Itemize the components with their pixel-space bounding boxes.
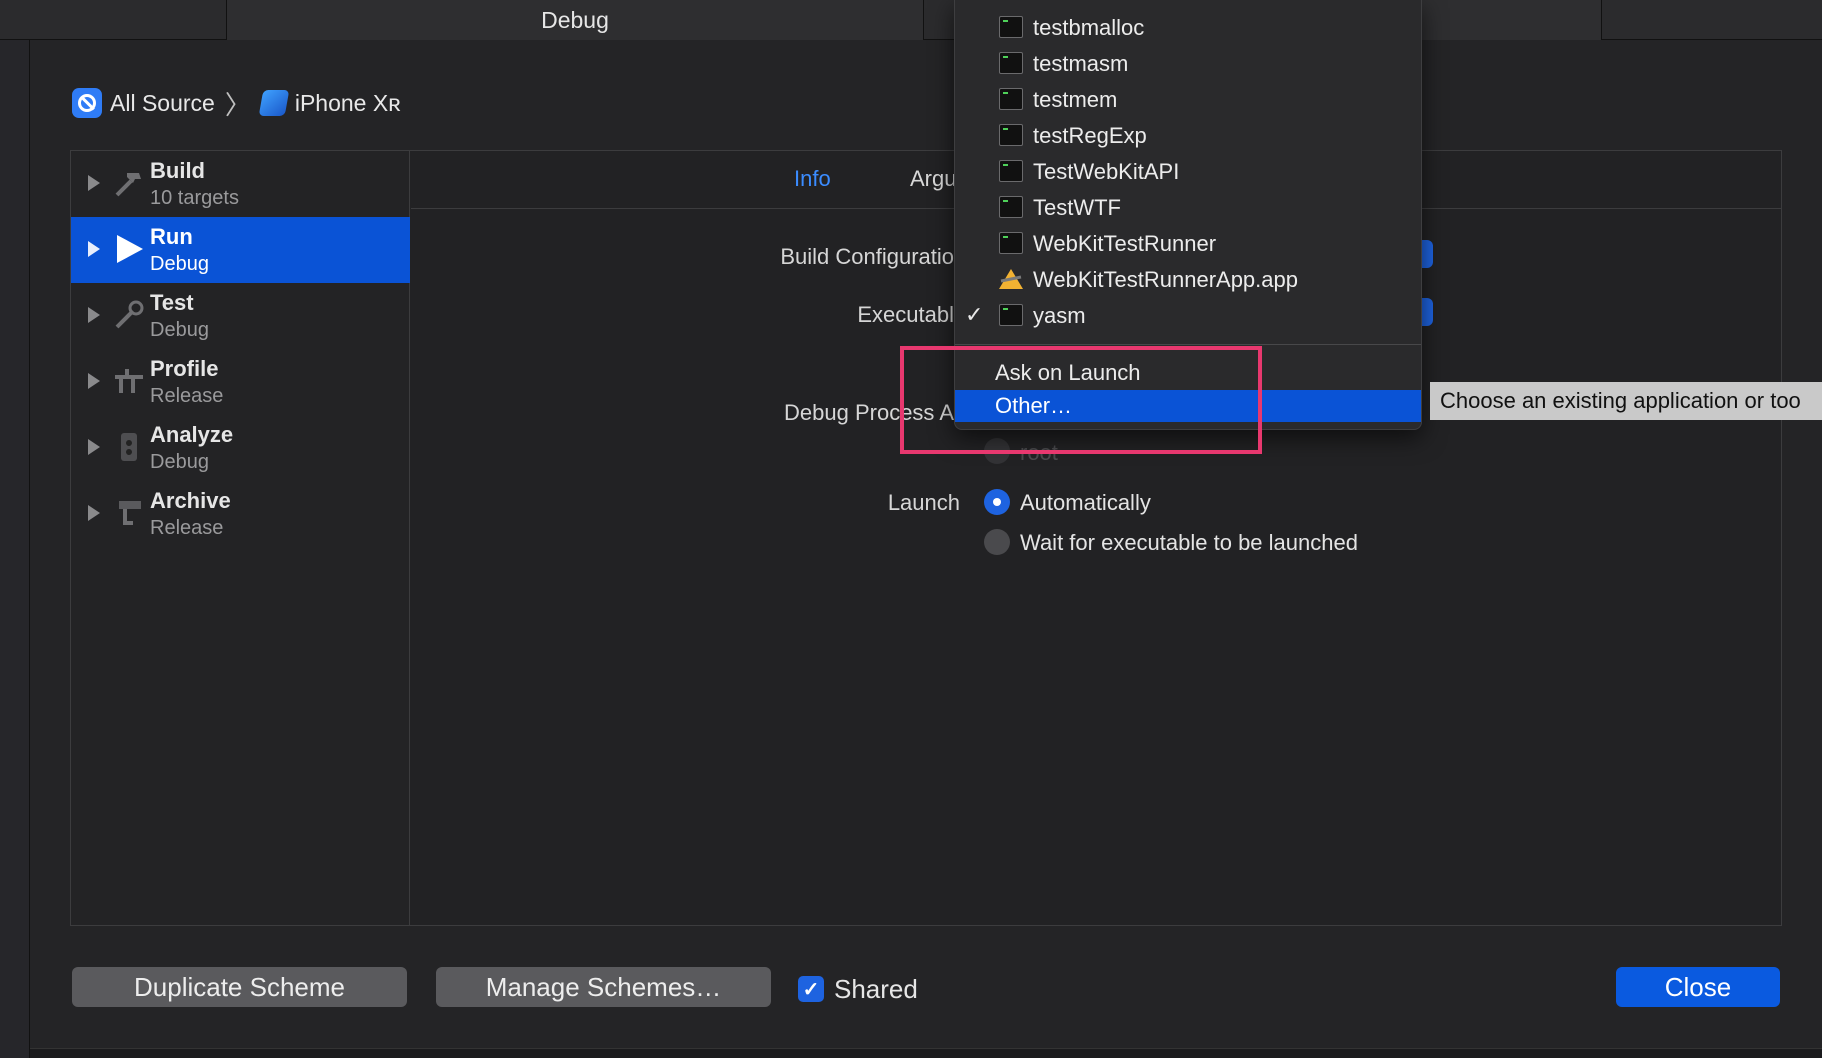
manage-schemes-button[interactable]: Manage Schemes…: [436, 967, 771, 1007]
menu-item-webkittestrunner[interactable]: WebKitTestRunner: [955, 226, 1421, 262]
menu-item-label: testmem: [1033, 87, 1118, 112]
window-bottom-edge: [30, 1048, 1822, 1058]
archive-icon: [111, 495, 147, 531]
menu-item-testmem[interactable]: testmem: [955, 82, 1421, 118]
sidebar-item-label: Analyze: [150, 422, 234, 447]
sidebar-item-sublabel: Debug: [150, 253, 209, 275]
terminal-icon: [999, 160, 1023, 182]
shared-checkbox[interactable]: ✓: [798, 976, 824, 1002]
menu-item-label: TestWTF: [1033, 195, 1121, 220]
menu-item-testwebkitapi[interactable]: TestWebKitAPI: [955, 154, 1421, 190]
disclosure-triangle-icon[interactable]: [88, 307, 100, 323]
terminal-icon: [999, 304, 1023, 326]
menu-item-webkittestrunnerapp[interactable]: WebKitTestRunnerApp.app: [955, 262, 1421, 298]
breadcrumb-separator: 〉: [224, 89, 251, 120]
disclosure-triangle-icon[interactable]: [88, 505, 100, 521]
terminal-icon: [999, 52, 1023, 74]
disclosure-triangle-icon[interactable]: [88, 175, 100, 191]
play-icon: [111, 231, 147, 267]
editor-left-edge: [0, 40, 30, 1058]
app-scheme-icon: [72, 88, 102, 118]
sidebar-item-analyze[interactable]: Analyze Debug: [71, 415, 410, 481]
tab-info[interactable]: Info: [794, 166, 831, 192]
tab-arguments[interactable]: Argu: [910, 166, 956, 192]
wrench-icon: [111, 297, 147, 333]
build-configuration-label: Build Configuratio: [780, 244, 954, 269]
sidebar-item-label: Archive: [150, 488, 231, 513]
duplicate-scheme-button[interactable]: Duplicate Scheme: [72, 967, 407, 1007]
launch-automatically-radio[interactable]: [984, 489, 1010, 515]
hammer-icon: [111, 165, 147, 201]
menu-item-testbmalloc[interactable]: testbmalloc: [955, 10, 1421, 46]
terminal-icon: [999, 88, 1023, 110]
sidebar-item-profile[interactable]: Profile Release: [71, 349, 410, 415]
checkmark-icon: ✓: [965, 302, 984, 327]
menu-item-testwtf[interactable]: TestWTF: [955, 190, 1421, 226]
menu-item-testmasm[interactable]: testmasm: [955, 46, 1421, 82]
sidebar-item-sublabel: Debug: [150, 451, 209, 473]
menu-item-yasm[interactable]: ✓ yasm: [955, 298, 1421, 334]
menu-item-label: TestWebKitAPI: [1033, 159, 1180, 184]
menu-item-label: yasm: [1033, 303, 1086, 328]
launch-wait-label: Wait for executable to be launched: [1020, 530, 1358, 555]
launch-label: Launch: [887, 490, 960, 515]
sidebar-item-run[interactable]: Run Debug: [71, 217, 410, 283]
sidebar-item-test[interactable]: Test Debug: [71, 283, 410, 349]
instruments-icon: [111, 363, 147, 399]
top-tab-title: Debug: [541, 6, 609, 33]
annotation-highlight-box: [900, 346, 1262, 454]
menu-separator: [955, 344, 1421, 345]
disclosure-triangle-icon[interactable]: [88, 373, 100, 389]
menu-item-label: WebKitTestRunnerApp.app: [1033, 267, 1298, 292]
menu-item-testregexp[interactable]: testRegExp: [955, 118, 1421, 154]
sidebar-item-label: Run: [150, 224, 193, 249]
launch-wait-radio[interactable]: [984, 529, 1010, 555]
breadcrumb-scheme[interactable]: All Source: [110, 90, 215, 117]
scheme-editor-screen: Debug All Source 〉 iPhone Xʀ Build 10 ta…: [0, 0, 1822, 1058]
launch-automatically-label: Automatically: [1020, 490, 1151, 515]
breadcrumb: All Source 〉 iPhone Xʀ: [72, 86, 401, 120]
sidebar-item-archive[interactable]: Archive Release: [71, 481, 410, 547]
tooltip: Choose an existing application or too: [1430, 382, 1822, 420]
terminal-icon: [999, 124, 1023, 146]
top-tab-blank[interactable]: [1420, 0, 1602, 40]
disclosure-triangle-icon[interactable]: [88, 241, 100, 257]
app-warning-icon: [997, 267, 1025, 291]
terminal-icon: [999, 196, 1023, 218]
iphone-device-icon: [258, 90, 290, 116]
terminal-icon: [999, 232, 1023, 254]
close-button[interactable]: Close: [1616, 967, 1780, 1007]
executable-label: Executabl: [857, 302, 954, 327]
sidebar-item-sublabel: Release: [150, 517, 224, 539]
sidebar-item-sublabel: 10 targets: [150, 187, 239, 209]
top-tab-debug[interactable]: Debug: [226, 0, 924, 40]
menu-item-label: testbmalloc: [1033, 15, 1145, 40]
analyze-icon: [111, 429, 147, 465]
sidebar-item-label: Profile: [150, 356, 219, 381]
menu-item-label: testRegExp: [1033, 123, 1147, 148]
terminal-icon: [999, 16, 1023, 38]
sidebar-item-sublabel: Debug: [150, 319, 209, 341]
sidebar-item-build[interactable]: Build 10 targets: [71, 151, 410, 217]
breadcrumb-device[interactable]: iPhone Xʀ: [295, 90, 401, 117]
disclosure-triangle-icon[interactable]: [88, 439, 100, 455]
menu-item-label: testmasm: [1033, 51, 1129, 76]
scheme-actions-sidebar: Build 10 targets Run Debug Test Debug Pr…: [71, 151, 410, 925]
sidebar-item-label: Build: [150, 158, 205, 183]
menu-item-label: WebKitTestRunner: [1033, 231, 1217, 256]
shared-label: Shared: [834, 974, 918, 1004]
sidebar-item-sublabel: Release: [150, 385, 224, 407]
sidebar-item-label: Test: [150, 290, 194, 315]
